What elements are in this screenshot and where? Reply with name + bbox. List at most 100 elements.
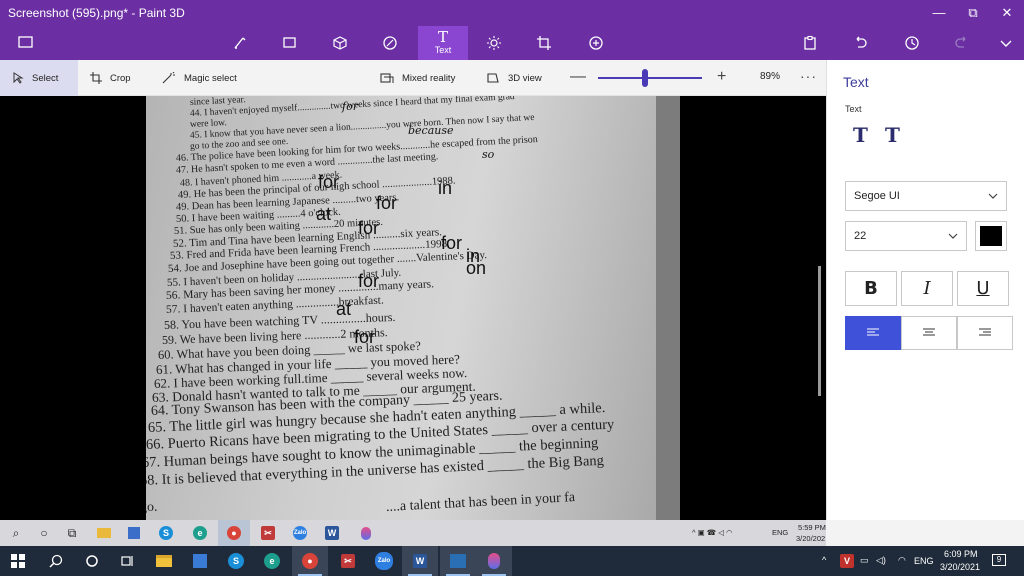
restore-button[interactable]: ⧉ xyxy=(956,0,990,26)
typed-answer[interactable]: for xyxy=(358,218,379,239)
font-size-select[interactable]: 22 xyxy=(845,221,967,251)
ribbon: T Text xyxy=(0,26,1024,60)
language-indicator[interactable]: ENG xyxy=(914,556,934,566)
underline-button[interactable]: U xyxy=(957,271,1009,306)
typed-answer[interactable]: in xyxy=(438,178,452,199)
canvas-icon[interactable] xyxy=(526,26,562,60)
battery-icon[interactable]: ▭ xyxy=(860,555,869,566)
tray-overflow-icon[interactable]: ^ xyxy=(822,555,826,565)
3d-view-icon xyxy=(487,73,499,83)
history-icon[interactable] xyxy=(894,26,930,60)
3d-view-button[interactable]: 3D view xyxy=(486,60,542,96)
crop-button[interactable]: Crop xyxy=(90,60,131,96)
paste-icon[interactable] xyxy=(792,26,828,60)
text-panel: Text Text T T Segoe UI 22 B I U xyxy=(826,60,1024,520)
stickers-icon[interactable] xyxy=(372,26,408,60)
3d-text-icon[interactable]: T xyxy=(885,123,900,147)
undo-icon[interactable] xyxy=(842,26,878,60)
windows-icon xyxy=(11,554,25,568)
notifications-icon[interactable]: 9 xyxy=(992,554,1006,566)
close-button[interactable]: ✕ xyxy=(990,0,1024,26)
zoom-slider-thumb[interactable] xyxy=(641,69,648,87)
2d-text-icon[interactable]: T xyxy=(853,123,868,147)
zalo-icon[interactable]: Zalo xyxy=(366,546,402,576)
magic-select-label: Magic select xyxy=(184,72,237,84)
shapes-2d-icon[interactable] xyxy=(272,26,308,60)
text-color-swatch[interactable] xyxy=(975,221,1007,251)
chevron-down-icon xyxy=(948,233,958,239)
typed-answer[interactable]: for xyxy=(376,193,397,214)
handwritten-answer: for xyxy=(342,100,358,113)
skype-icon[interactable]: S xyxy=(218,546,254,576)
handwritten-answer: because xyxy=(408,124,454,137)
wifi-icon[interactable]: ◠ xyxy=(898,555,906,566)
clock-time[interactable]: 6:09 PM xyxy=(944,549,978,559)
chevron-down-icon[interactable] xyxy=(988,26,1024,60)
edge-icon: e xyxy=(184,520,216,546)
shapes-3d-icon[interactable] xyxy=(322,26,358,60)
title-bar: Screenshot (595).png* - Paint 3D — ⧉ ✕ xyxy=(0,0,1024,26)
align-center-button[interactable] xyxy=(901,316,957,350)
zoom-slider[interactable] xyxy=(598,77,702,79)
word-icon[interactable]: W xyxy=(402,546,438,576)
crop-label: Crop xyxy=(110,72,131,84)
task-view-icon: ⧉ xyxy=(67,525,77,540)
typed-answer[interactable]: for xyxy=(358,271,379,292)
cortana-icon[interactable] xyxy=(74,546,110,576)
effects-icon[interactable] xyxy=(476,26,512,60)
search-icon[interactable] xyxy=(38,546,74,576)
paint3d-icon[interactable] xyxy=(476,546,512,576)
window-title: Screenshot (595).png* - Paint 3D xyxy=(8,6,185,20)
volume-icon[interactable]: ◁) xyxy=(876,555,886,566)
zoom-out-button[interactable]: — xyxy=(570,68,586,86)
3d-view-label: 3D view xyxy=(508,72,542,84)
file-explorer-icon[interactable] xyxy=(146,546,182,576)
start-button[interactable] xyxy=(0,546,36,576)
worksheet-photo[interactable]: 43. One of my friends has been teaching … xyxy=(146,96,656,520)
chevron-down-icon xyxy=(988,193,998,199)
font-family-value: Segoe UI xyxy=(854,190,900,202)
font-size-value: 22 xyxy=(854,230,867,242)
vertical-scrollbar[interactable] xyxy=(818,266,821,396)
photos-icon[interactable] xyxy=(440,546,476,576)
align-right-icon xyxy=(979,328,991,336)
magic-select-button[interactable]: Magic select xyxy=(162,60,237,96)
typed-answer[interactable]: at xyxy=(316,204,331,225)
task-view-icon[interactable] xyxy=(110,546,146,576)
chrome-icon[interactable]: ● xyxy=(292,546,328,576)
snip-icon[interactable]: ✂ xyxy=(330,546,366,576)
screenshot-taskbar: ⌕ ○ ⧉ S e ● ✂ Zalo W ^ ▣ ☎ ◁ ◠ ENG 5:59 … xyxy=(0,520,826,546)
zoom-in-button[interactable]: + xyxy=(717,68,726,86)
page-edge xyxy=(656,96,680,520)
italic-button[interactable]: I xyxy=(901,271,953,306)
text-tool-button[interactable]: T Text xyxy=(418,26,468,60)
color-fill xyxy=(980,226,1002,246)
store-icon[interactable] xyxy=(182,546,218,576)
redo-icon xyxy=(944,26,980,60)
typed-answer[interactable]: on xyxy=(466,258,486,279)
mixed-reality-button[interactable]: Mixed reality xyxy=(380,60,455,96)
text-tool-icon: T xyxy=(437,28,448,46)
font-family-select[interactable]: Segoe UI xyxy=(845,181,1007,211)
worksheet-line: ....a talent that has been in your fa xyxy=(385,490,576,515)
store-icon xyxy=(118,520,150,546)
clock-date[interactable]: 3/20/2021 xyxy=(940,562,980,572)
more-options-button[interactable]: ··· xyxy=(800,68,817,84)
align-right-button[interactable] xyxy=(957,316,1013,350)
edge-icon[interactable]: e xyxy=(254,546,290,576)
3d-library-icon[interactable] xyxy=(578,26,614,60)
typed-answer[interactable]: for xyxy=(354,327,375,348)
canvas-area[interactable]: 43. One of my friends has been teaching … xyxy=(0,96,826,520)
typed-answer[interactable]: for xyxy=(318,172,339,193)
menu-icon[interactable] xyxy=(8,26,44,60)
magic-select-icon xyxy=(162,72,175,84)
tray-app-icon[interactable]: V xyxy=(840,554,854,568)
typed-answer[interactable]: at xyxy=(336,299,351,320)
align-left-button[interactable] xyxy=(845,316,901,350)
bold-button[interactable]: B xyxy=(845,271,897,306)
typed-answer[interactable]: for xyxy=(441,233,462,254)
brushes-icon[interactable] xyxy=(222,26,258,60)
minimize-button[interactable]: — xyxy=(922,0,956,26)
screenshot-lang: ENG xyxy=(772,528,789,537)
select-button[interactable]: Select xyxy=(0,60,78,96)
